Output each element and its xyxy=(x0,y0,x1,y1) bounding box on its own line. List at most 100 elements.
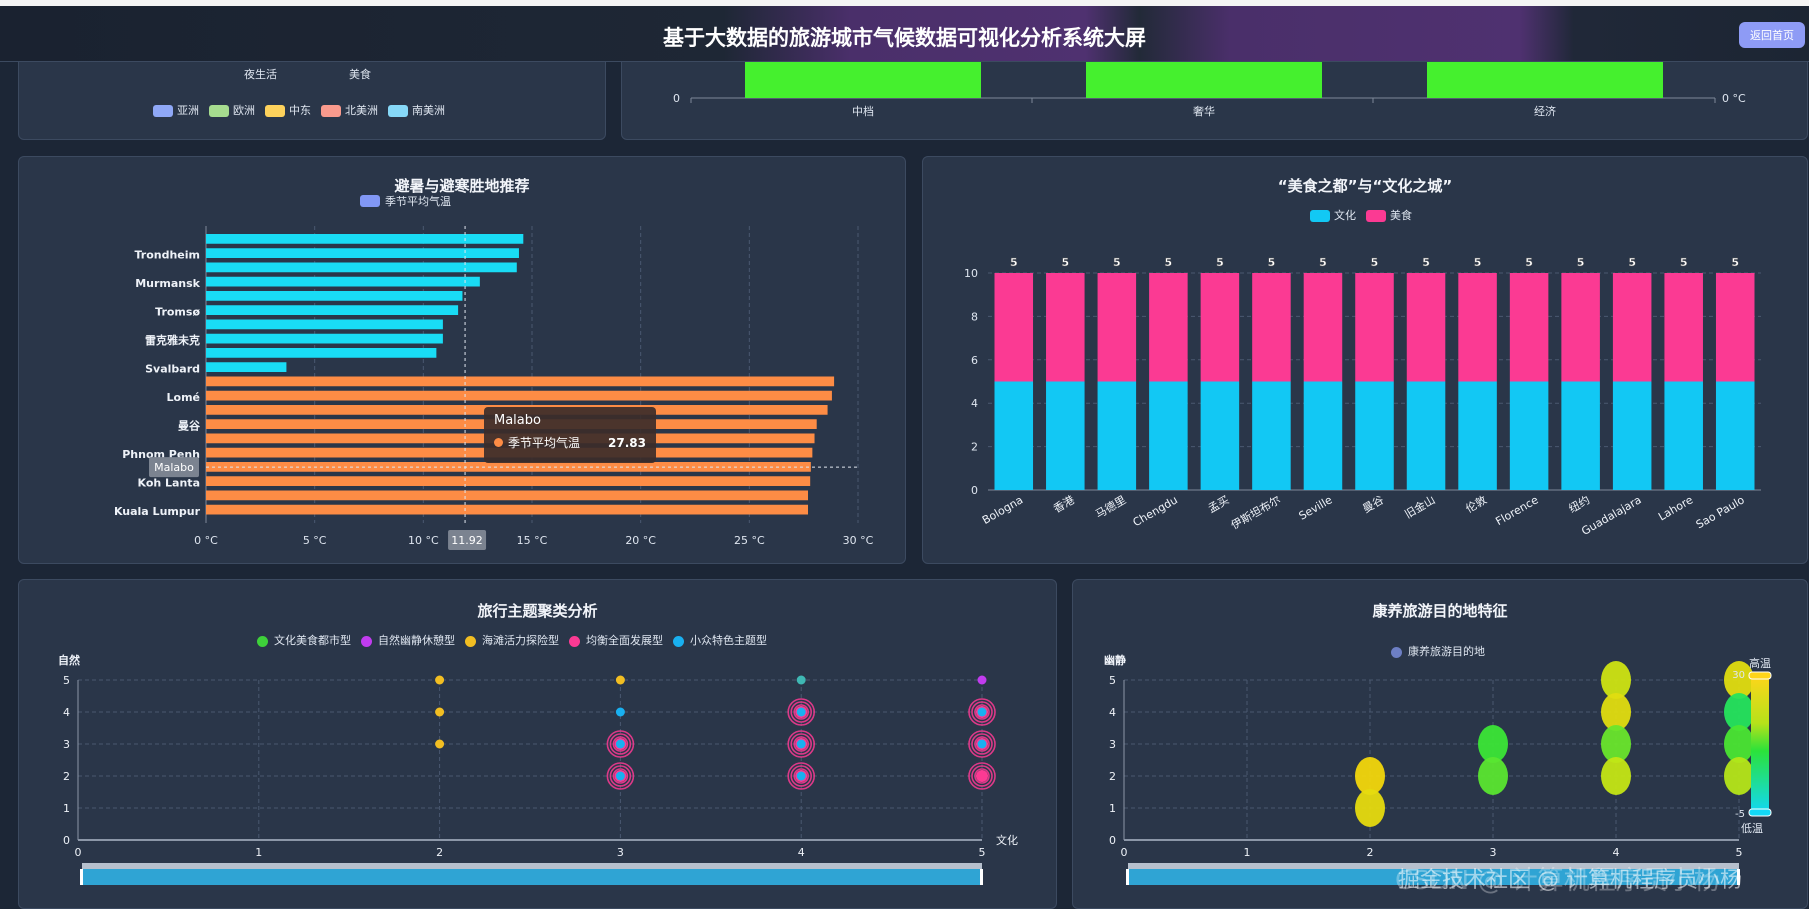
bar-top-label: 5 xyxy=(1474,256,1482,269)
bar-segment xyxy=(1715,381,1755,490)
bar-segment xyxy=(1612,381,1652,490)
legend-label: 北美洲 xyxy=(345,104,378,117)
data-point xyxy=(977,675,987,685)
bar-segment xyxy=(1612,273,1652,382)
x-tick-label: Seville xyxy=(1297,493,1335,522)
x-tick-label: 10 °C xyxy=(408,534,439,547)
bar-segment xyxy=(1715,273,1755,382)
y-tick-label: 4 xyxy=(1109,706,1116,719)
bar-segment xyxy=(1664,273,1703,382)
y-axis-name: 幽静 xyxy=(1104,653,1126,667)
data-point xyxy=(796,707,806,717)
x-tick-label: 香港 xyxy=(1051,493,1077,515)
x-tick-label: 2 xyxy=(436,846,443,859)
data-point xyxy=(435,675,445,685)
x-tick-label: 3 xyxy=(617,846,624,859)
y-tick-label: 5 xyxy=(1109,674,1116,687)
axis-pointer-x-label: 11.92 xyxy=(451,534,483,547)
visual-map-max-label: 高温 xyxy=(1749,656,1771,670)
visual-map-min-value: -5 xyxy=(1735,809,1745,820)
data-point xyxy=(1601,757,1631,795)
legend-label: 亚洲 xyxy=(177,104,199,117)
radar-indicator: 夜生活 xyxy=(244,68,277,81)
visual-map-top-handle xyxy=(1748,671,1772,680)
bar-top-label: 5 xyxy=(1525,256,1533,269)
bar-segment xyxy=(1097,273,1137,382)
bar-segment xyxy=(1406,381,1446,490)
y-tick-label: 6 xyxy=(971,354,978,367)
bar xyxy=(206,248,519,258)
y-tick-label: 1 xyxy=(63,802,70,815)
y-tick-label: 1 xyxy=(1109,802,1116,815)
x-tick-label: 3 xyxy=(1490,846,1497,859)
x-tick-label: 马德里 xyxy=(1093,492,1129,521)
retreat-panel: 避暑与避寒胜地推荐 季节平均气温 0 °C 5 °C 10 °C 15 °C 20 °C 2… xyxy=(18,156,906,564)
y-axis-name: 自然 xyxy=(58,653,80,667)
visual-map-min-label: 低温 xyxy=(1741,822,1763,835)
y-tick-label: 0 xyxy=(63,834,70,847)
x-tick-label: Lahore xyxy=(1656,493,1695,523)
visual-map-bottom-handle xyxy=(1748,808,1772,817)
tooltip-title: Malabo xyxy=(494,413,541,428)
x-tick-label: 1 xyxy=(255,846,262,859)
data-point xyxy=(615,771,625,781)
datazoom-left-handle xyxy=(1126,869,1129,885)
bar-segment xyxy=(1509,381,1549,490)
bar xyxy=(206,305,459,315)
bar-top-label: 5 xyxy=(1165,256,1173,269)
bar-segment xyxy=(1561,381,1600,490)
y-tick-label: Svalbard xyxy=(145,362,200,375)
bar-segment xyxy=(994,273,1034,382)
legend-swatch-icon xyxy=(388,105,408,117)
watermark: 掘金技术社区 @ 计算机程序员小杨 xyxy=(1398,868,1742,893)
x-tick-label: 奢华 xyxy=(1193,104,1215,118)
bar-top-label: 5 xyxy=(1061,256,1069,269)
y-tick-label: 4 xyxy=(971,397,978,410)
legend-item[interactable]: 北美洲 xyxy=(321,102,378,118)
legend-item[interactable]: 欧洲 xyxy=(209,102,255,118)
y-right-tick-label: 0 °C xyxy=(1722,92,1746,105)
y-tick-label: Tromsø xyxy=(155,305,200,318)
y-tick-label: Murmansk xyxy=(135,277,200,290)
x-tick-label: 4 xyxy=(798,846,805,859)
header: 基于大数据的旅游城市气候数据可视化分析系统大屏 返回首页 xyxy=(0,6,1809,62)
bar xyxy=(206,362,287,372)
radar-legend: 亚洲 欧洲 中东 北美洲 南美洲 xyxy=(153,102,445,118)
bar-top-label: 5 xyxy=(1113,256,1121,269)
y-tick-label: Koh Lanta xyxy=(138,476,201,489)
bar-segment xyxy=(1355,273,1394,382)
legend-swatch-icon xyxy=(360,195,380,207)
legend-item[interactable]: 南美洲 xyxy=(388,102,445,118)
bar-segment xyxy=(994,381,1034,490)
legend-label: 中东 xyxy=(289,104,311,117)
bar xyxy=(206,376,835,387)
tooltip-series: 季节平均气温 xyxy=(508,436,581,450)
x-tick-label: 2 xyxy=(1367,846,1374,859)
legend-swatch-icon xyxy=(153,105,173,117)
y-tick-label: 曼谷 xyxy=(178,418,201,432)
x-tick-label: 30 °C xyxy=(843,534,874,547)
back-home-button[interactable]: 返回首页 xyxy=(1739,22,1805,48)
legend-label: 南美洲 xyxy=(412,104,445,117)
data-point xyxy=(615,675,625,685)
bar-segment xyxy=(1252,273,1291,382)
bar-top-label: 5 xyxy=(1628,256,1636,269)
visual-map-max-value: 30 xyxy=(1732,670,1745,681)
legend-item[interactable]: 亚洲 xyxy=(153,102,199,118)
x-tick-label: Sao Paulo xyxy=(1694,493,1747,531)
x-tick-label: 经济 xyxy=(1534,104,1556,118)
x-tick-label: 4 xyxy=(1613,846,1620,859)
visual-map-bar xyxy=(1751,675,1769,813)
data-point xyxy=(976,770,988,782)
radar-indicator: 美食 xyxy=(349,68,371,81)
bar-top-label: 5 xyxy=(1731,256,1739,269)
datazoom-handle-bar xyxy=(82,863,982,869)
data-point xyxy=(977,707,987,717)
data-point xyxy=(1724,757,1754,795)
legend-item[interactable]: 中东 xyxy=(265,102,311,118)
bar-top-label: 5 xyxy=(1577,256,1585,269)
x-tick-label: 中档 xyxy=(852,104,874,118)
bar xyxy=(206,476,811,486)
x-tick-label: 5 xyxy=(1736,846,1743,859)
data-point xyxy=(796,771,806,781)
